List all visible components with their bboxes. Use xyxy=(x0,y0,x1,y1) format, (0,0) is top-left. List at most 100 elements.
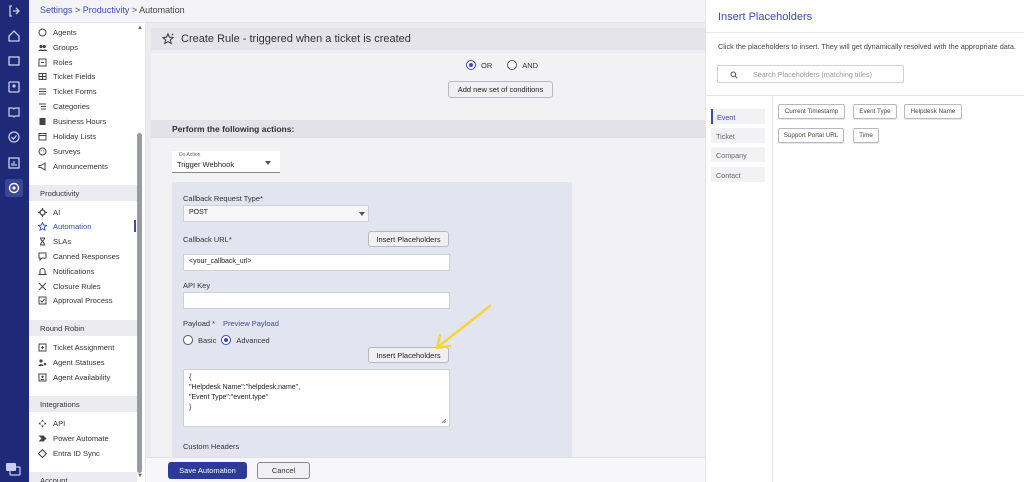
breadcrumb-settings[interactable]: Settings xyxy=(40,5,73,15)
placeholder-chip-helpdesk-name[interactable]: Helpdesk Name xyxy=(904,104,962,119)
settings-icon[interactable] xyxy=(5,179,23,197)
sidebar-item-agent-availability[interactable]: Agent Availability xyxy=(38,371,110,384)
payload-line: "Helpdesk Name":"helpdesk.name", xyxy=(189,384,301,391)
callback-url-label: Callback URL* xyxy=(183,235,232,244)
advanced-label: Advanced xyxy=(236,335,270,345)
do-action-select[interactable]: Do Action Trigger Webhook xyxy=(172,151,280,173)
callback-type-label: Callback Request Type* xyxy=(183,194,263,203)
sidebar-item-ticket-assignment[interactable]: Ticket Assignment xyxy=(38,341,114,354)
logout-icon[interactable] xyxy=(7,4,21,18)
approval-icon xyxy=(38,296,47,305)
callback-type-select[interactable]: POST xyxy=(183,205,369,222)
sidebar-item-label: Automation xyxy=(53,222,92,231)
insert-placeholders-button[interactable]: Insert Placeholders xyxy=(368,231,449,247)
or-radio[interactable] xyxy=(466,60,476,70)
payload-line: { xyxy=(189,374,192,381)
entra-icon xyxy=(38,449,47,458)
knowledge-icon[interactable] xyxy=(7,105,21,119)
callback-url-input[interactable]: <your_callback_url> xyxy=(183,254,450,271)
placeholder-chip-support-portal-url[interactable]: Support Portal URL xyxy=(778,128,844,143)
breadcrumb-separator: > xyxy=(72,5,83,15)
payload-textarea[interactable]: { "Helpdesk Name":"helpdesk.name", "Even… xyxy=(183,369,450,427)
sidebar-item-label: API xyxy=(53,419,66,428)
power-automate-icon xyxy=(38,434,47,443)
sidebar-item-roles[interactable]: Roles xyxy=(38,56,72,69)
home-icon[interactable] xyxy=(7,29,21,43)
automation-star-icon xyxy=(162,33,174,45)
api-key-label: API Key xyxy=(183,281,211,290)
category-tab-contact[interactable]: Contact xyxy=(711,167,765,182)
sidebar-item-api[interactable]: API xyxy=(38,417,65,430)
scroll-down-icon[interactable]: ▼ xyxy=(137,473,143,479)
placeholder-search-input[interactable]: Search Placeholders (matching titles) xyxy=(717,65,904,83)
surveys-icon xyxy=(38,147,47,156)
sidebar-item-entra-id-sync[interactable]: Entra ID Sync xyxy=(38,447,100,460)
category-tab-company[interactable]: Company xyxy=(711,147,765,162)
availability-icon xyxy=(38,373,47,382)
form-actions: Save Automation Cancel xyxy=(146,457,705,482)
placeholder-chip-time[interactable]: Time xyxy=(853,128,879,143)
sidebar-item-ticket-fields[interactable]: Ticket Fields xyxy=(38,70,95,83)
sidebar-item-announcements[interactable]: Announcements xyxy=(38,160,108,173)
payload-line: } xyxy=(189,404,192,411)
resize-handle-icon[interactable] xyxy=(441,418,447,424)
groups-icon xyxy=(38,43,47,52)
sidebar-item-surveys[interactable]: Surveys xyxy=(38,145,80,158)
ticket-icon[interactable] xyxy=(7,54,21,68)
sidebar-item-holiday-lists[interactable]: Holiday Lists xyxy=(38,130,96,143)
sidebar-section-integrations: Integrations xyxy=(29,396,137,412)
cancel-button[interactable]: Cancel xyxy=(257,462,310,479)
insert-placeholders-panel: Insert Placeholders Click the placeholde… xyxy=(705,0,1024,482)
api-key-input[interactable] xyxy=(183,292,450,309)
fields-icon xyxy=(38,72,47,81)
save-automation-button[interactable]: Save Automation xyxy=(168,462,247,479)
scroll-up-icon[interactable]: ▲ xyxy=(137,25,143,31)
sidebar-item-categories[interactable]: Categories xyxy=(38,100,90,113)
sidebar-item-agent-statuses[interactable]: Agent Statuses xyxy=(38,356,105,369)
basic-radio[interactable] xyxy=(183,335,193,345)
advanced-radio[interactable] xyxy=(221,335,232,345)
category-tab-ticket[interactable]: Ticket xyxy=(711,128,765,143)
sidebar-item-closure-rules[interactable]: Closure Rules xyxy=(38,280,101,293)
reports-icon[interactable] xyxy=(7,156,21,170)
and-radio[interactable] xyxy=(507,60,518,70)
sidebar-item-label: Holiday Lists xyxy=(53,132,97,141)
condition-operator: OR AND xyxy=(466,60,538,70)
sidebar-item-label: Canned Responses xyxy=(53,252,120,261)
webhook-config-card: Callback Request Type* POST Callback URL… xyxy=(172,182,572,482)
add-condition-set-button[interactable]: Add new set of conditions xyxy=(448,81,553,98)
sidebar-item-agents[interactable]: Agents xyxy=(38,26,77,39)
sidebar-item-label: SLAs xyxy=(53,237,72,246)
placeholder-chip-event-type[interactable]: Event Type xyxy=(853,104,897,119)
sidebar-item-approval-process[interactable]: Approval Process xyxy=(38,294,113,307)
placeholder-chip-current-timestamp[interactable]: Current Timestamp xyxy=(778,104,845,119)
forms-icon xyxy=(38,87,47,96)
sidebar-item-label: Ticket Fields xyxy=(53,72,96,81)
sidebar-scrollbar[interactable] xyxy=(137,133,142,473)
breadcrumb-productivity[interactable]: Productivity xyxy=(83,5,130,15)
sidebar-section-account: Account xyxy=(29,472,137,482)
sidebar-item-label: Agent Statuses xyxy=(53,358,105,367)
sidebar-item-groups[interactable]: Groups xyxy=(38,41,78,54)
sidebar-item-slas[interactable]: SLAs xyxy=(38,235,71,248)
sidebar-item-label: Business Hours xyxy=(53,117,107,126)
settings-sidebar: ▲ Agents Groups Roles Ticket Fields Tick… xyxy=(29,23,146,482)
and-label: AND xyxy=(522,60,539,70)
payload-line: "Event Type":"event.type" xyxy=(189,394,269,401)
chat-icon[interactable] xyxy=(4,461,22,477)
check-icon[interactable] xyxy=(7,130,21,144)
sidebar-item-ai[interactable]: AI xyxy=(38,206,60,219)
annotation-arrow-icon xyxy=(435,304,492,350)
category-tab-event[interactable]: Event xyxy=(711,109,765,124)
sidebar-item-label: Approval Process xyxy=(53,296,113,305)
sidebar-item-automation[interactable]: Automation xyxy=(38,220,91,233)
sidebar-item-business-hours[interactable]: Business Hours xyxy=(38,115,106,128)
contacts-icon[interactable] xyxy=(7,80,21,94)
preview-payload-link[interactable]: Preview Payload xyxy=(223,319,279,328)
breadcrumb: Settings > Productivity > Automation xyxy=(29,0,705,23)
sidebar-item-power-automate[interactable]: Power Automate xyxy=(38,432,109,445)
sidebar-item-label: Closure Rules xyxy=(53,282,101,291)
sidebar-item-ticket-forms[interactable]: Ticket Forms xyxy=(38,85,97,98)
sidebar-item-canned-responses[interactable]: Canned Responses xyxy=(38,250,120,263)
sidebar-item-notifications[interactable]: Notifications xyxy=(38,265,94,278)
